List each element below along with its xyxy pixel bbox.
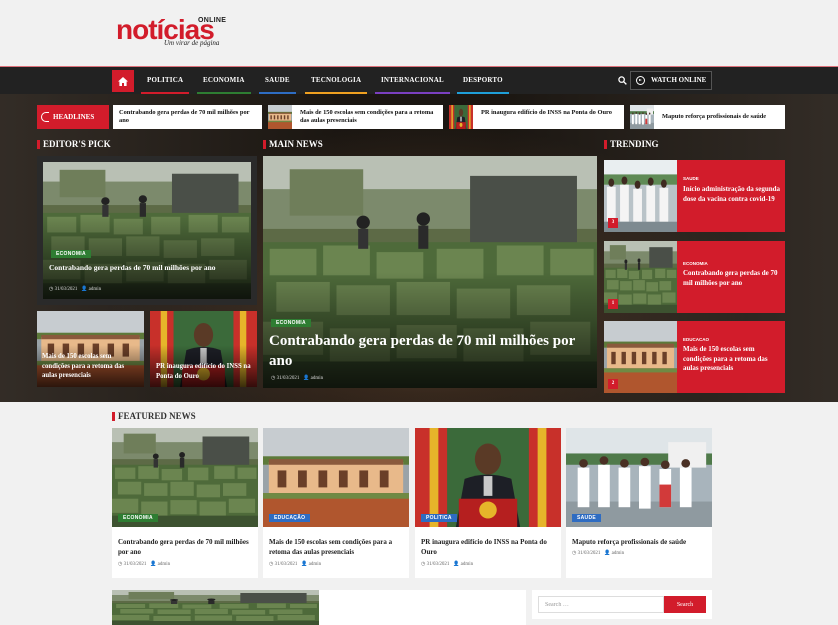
post-meta: ◷ 31/03/2021 👤 admin <box>421 562 474 567</box>
featured-title[interactable]: Contrabando gera perdas de 70 mil milhõe… <box>118 538 254 557</box>
category-badge[interactable]: EDUCAÇÃO <box>269 514 311 522</box>
user-icon: 👤 <box>453 562 460 567</box>
main-news-heading: MAIN NEWS <box>263 139 323 150</box>
post-meta: ◷ 31/03/2021 👤 admin <box>572 551 625 556</box>
editors-pick-small[interactable]: Mais de 150 escolas sem condições para a… <box>37 311 144 387</box>
ticker-thumbnail <box>630 105 654 129</box>
editors-pick-main[interactable]: ECONOMIA Contrabando gera perdas de 70 m… <box>37 156 257 305</box>
trending-category[interactable]: EDUCACAO <box>683 337 709 342</box>
category-badge[interactable]: POLITICA <box>421 514 457 522</box>
main-navigation: POLITICA ECONOMIA SAUDE TECNOLOGIA INTER… <box>0 67 838 94</box>
trending-rank: 2 <box>608 379 618 389</box>
nav-item-desporto[interactable]: DESPORTO <box>457 67 509 94</box>
ticker-item[interactable]: Contrabando gera perdas de 70 mil milhõe… <box>113 105 262 129</box>
user-icon: 👤 <box>81 287 88 292</box>
ticker-item[interactable]: Mais de 150 escolas sem condições para a… <box>268 105 443 129</box>
search-icon[interactable] <box>618 76 627 85</box>
trending-rank: 3 <box>608 218 618 228</box>
featured-title[interactable]: Maputo reforça profissionais de saúde <box>572 538 708 548</box>
headlines-ticker: HEADLINES Contrabando gera perdas de 70 … <box>37 105 785 129</box>
logo-tagline: Um virar de página <box>164 39 220 47</box>
hero-section: HEADLINES Contrabando gera perdas de 70 … <box>0 94 838 402</box>
featured-image <box>112 428 258 527</box>
featured-image <box>263 428 409 527</box>
trending-heading: TRENDING <box>604 139 659 150</box>
ticker-item[interactable]: PR inaugura edifício do INSS na Ponta do… <box>449 105 624 129</box>
post-image[interactable] <box>112 590 319 625</box>
featured-card[interactable]: ECONOMIA Contrabando gera perdas de 70 m… <box>112 428 258 578</box>
latest-posts-block <box>112 590 526 625</box>
user-icon: 👤 <box>301 562 308 567</box>
trending-item[interactable]: 3 SAUDE Início administração da segunda … <box>604 160 785 232</box>
nav-item-economia[interactable]: ECONOMIA <box>197 67 251 94</box>
home-button[interactable] <box>112 70 134 92</box>
trending-title[interactable]: Início administração da segunda dose da … <box>683 185 781 204</box>
search-button[interactable]: Search <box>664 596 706 613</box>
featured-card[interactable]: SAUDE Maputo reforça profissionais de sa… <box>566 428 712 578</box>
nav-item-tecnologia[interactable]: TECNOLOGIA <box>305 67 368 94</box>
ticker-thumbnail <box>268 105 292 129</box>
search-input[interactable] <box>538 596 664 613</box>
trending-item[interactable]: 1 ECONOMIA Contrabando gera perdas de 70… <box>604 241 785 313</box>
home-icon <box>118 76 128 86</box>
pulse-icon <box>41 112 49 122</box>
user-icon: 👤 <box>303 376 310 381</box>
post-meta: ◷ 31/03/2021 👤 admin <box>49 287 102 292</box>
editors-pick-small-title[interactable]: PR inaugura edifício do INSS na Ponta do… <box>156 362 252 381</box>
trending-title[interactable]: Contrabando gera perdas de 70 mil milhõe… <box>683 269 781 288</box>
featured-image <box>415 428 561 527</box>
user-icon: 👤 <box>604 551 611 556</box>
watch-online-label: WATCH ONLINE <box>651 76 707 84</box>
featured-card[interactable]: POLITICA PR inaugura edifício do INSS na… <box>415 428 561 578</box>
featured-news-heading: FEATURED NEWS <box>112 411 196 422</box>
user-icon: 👤 <box>150 562 157 567</box>
post-meta: ◷ 31/03/2021 👤 admin <box>118 562 171 567</box>
editors-pick-title[interactable]: Contrabando gera perdas de 70 mil milhõe… <box>49 263 245 273</box>
trending-rank: 1 <box>608 299 618 309</box>
post-meta: ◷ 31/03/2021 👤 admin <box>271 376 324 381</box>
category-badge[interactable]: SAUDE <box>572 514 602 522</box>
ticker-item[interactable]: Maputo reforça profissionais de saúde <box>630 105 785 129</box>
nav-item-politica[interactable]: POLITICA <box>141 67 190 94</box>
featured-image <box>566 428 712 527</box>
featured-card[interactable]: EDUCAÇÃO Mais de 150 escolas sem condiçõ… <box>263 428 409 578</box>
category-badge[interactable]: ECONOMIA <box>51 250 91 258</box>
nav-item-internacional[interactable]: INTERNACIONAL <box>375 67 450 94</box>
main-news-card[interactable]: ECONOMIA Contrabando gera perdas de 70 m… <box>263 156 597 388</box>
logo-online-label: ONLINE <box>198 17 227 24</box>
ticker-thumbnail <box>449 105 473 129</box>
watch-online-button[interactable]: WATCH ONLINE <box>630 71 712 90</box>
editors-pick-small[interactable]: PR inaugura edifício do INSS na Ponta do… <box>150 311 257 387</box>
nav-item-saude[interactable]: SAUDE <box>259 67 296 94</box>
main-news-title[interactable]: Contrabando gera perdas de 70 mil milhõe… <box>269 331 579 371</box>
trending-category[interactable]: SAUDE <box>683 176 699 181</box>
search-widget: Search <box>532 590 712 619</box>
play-icon <box>636 76 645 85</box>
featured-title[interactable]: PR inaugura edifício do INSS na Ponta do… <box>421 538 557 557</box>
site-logo[interactable]: notícias ONLINE Um virar de página <box>116 14 231 50</box>
featured-title[interactable]: Mais de 150 escolas sem condições para a… <box>269 538 405 557</box>
editors-pick-heading: EDITOR'S PICK <box>37 139 111 150</box>
site-header: notícias ONLINE Um virar de página <box>0 0 838 66</box>
category-badge[interactable]: ECONOMIA <box>118 514 158 522</box>
trending-title[interactable]: Mais de 150 escolas sem condições para a… <box>683 345 781 374</box>
editors-pick-small-title[interactable]: Mais de 150 escolas sem condições para a… <box>42 352 140 381</box>
headlines-label: HEADLINES <box>37 105 109 129</box>
trending-category[interactable]: ECONOMIA <box>683 261 708 266</box>
trending-item[interactable]: 2 EDUCACAO Mais de 150 escolas sem condi… <box>604 321 785 393</box>
post-meta: ◷ 31/03/2021 👤 admin <box>269 562 322 567</box>
category-badge[interactable]: ECONOMIA <box>271 319 311 327</box>
